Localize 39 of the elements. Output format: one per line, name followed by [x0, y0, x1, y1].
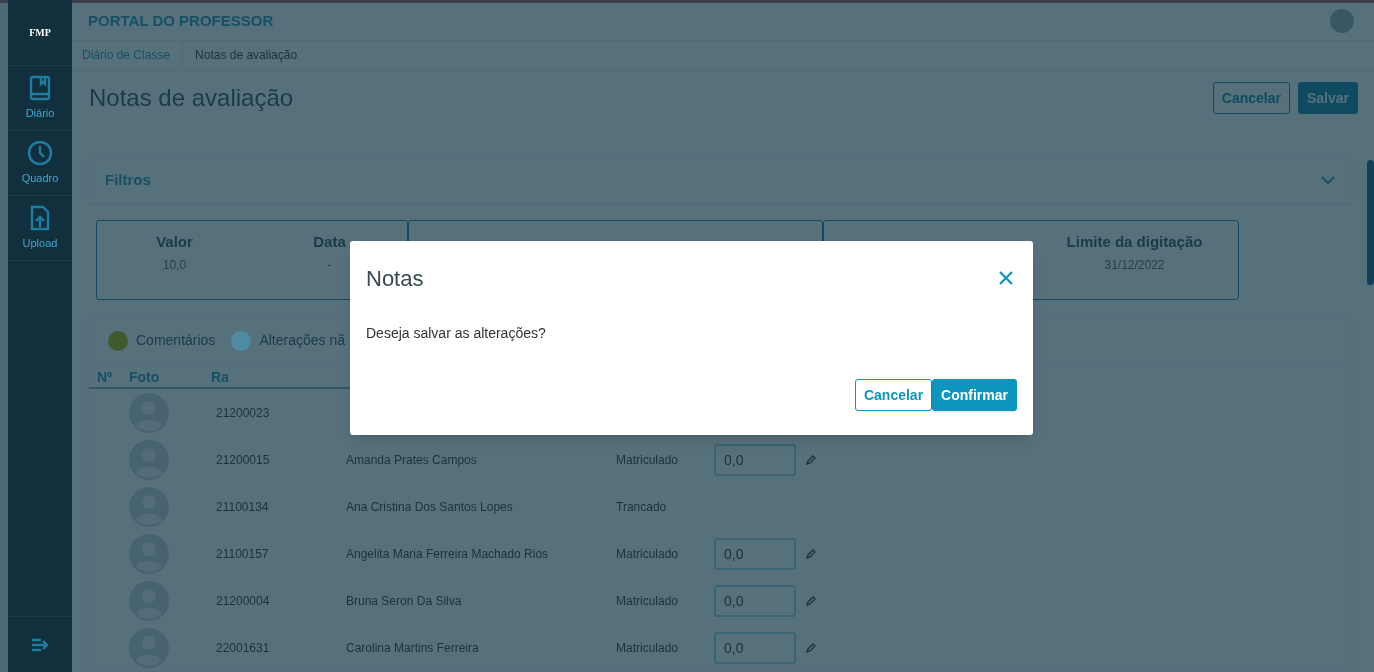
enrollment-status: Trancado	[616, 498, 668, 516]
page-title: Notas de avaliação	[89, 83, 294, 114]
filters-title: Filtros	[105, 169, 151, 190]
close-icon[interactable]	[999, 271, 1013, 285]
enrollment-status: Matriculado	[616, 639, 680, 657]
student-name: Bruna Seron Da Silva	[346, 592, 463, 610]
student-name: Carolina Martins Ferreira	[346, 639, 480, 657]
ra-cell-text: 21200004	[215, 592, 271, 610]
legend-label: Alterações nã	[259, 331, 345, 350]
student-name: Ana Cristina Dos Santos Lopes	[346, 498, 514, 516]
file-upload-icon	[30, 204, 50, 231]
dialog-message: Deseja salvar as alterações?	[365, 324, 547, 343]
legend-label: Comentários	[136, 331, 216, 350]
ra-cell-text: 21200023	[215, 404, 271, 422]
clock-icon	[27, 139, 53, 166]
column-header: Nº	[96, 367, 114, 387]
ra-cell-text: 21100157	[215, 545, 270, 563]
confirm-button[interactable]: Confirmar	[932, 379, 1017, 411]
book-icon	[29, 74, 51, 101]
enrollment-status: Matriculado	[616, 451, 680, 469]
enrollment-status: Matriculado	[616, 592, 680, 610]
logo: FMP	[29, 26, 51, 40]
breadcrumb-current: Notas de avaliação	[195, 47, 298, 65]
ra-cell-text: 22001631	[215, 639, 271, 657]
info-label: Limite da digitação	[1066, 232, 1203, 252]
student-name: Amanda Prates Campos	[346, 451, 478, 469]
cancel-button[interactable]: Cancelar	[854, 379, 933, 411]
info-value: -	[327, 256, 332, 274]
collapse-menu-icon[interactable]	[31, 637, 49, 652]
enrollment-status: Matriculado	[616, 545, 680, 563]
info-label: Data	[313, 232, 346, 252]
ra-cell-text: 21200015	[215, 451, 271, 469]
dialog-title: Notas	[366, 264, 424, 293]
column-header: Ra	[211, 367, 230, 387]
student-name: Angelita Maria Ferreira Machado Rios	[346, 545, 550, 563]
ra-cell-text: 21100134	[215, 498, 270, 516]
info-label: Valor	[156, 232, 193, 252]
column-header: Foto	[128, 367, 161, 387]
app-title: PORTAL DO PROFESSOR	[88, 11, 274, 32]
